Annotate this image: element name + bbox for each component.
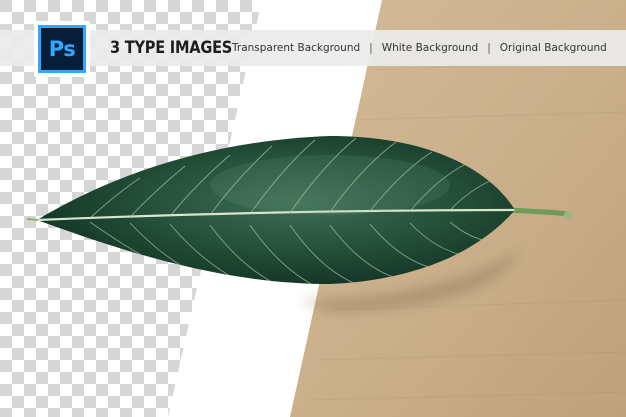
type-transparent: Transparent Background [232, 42, 361, 54]
product-preview: Ps 3 TYPE IMAGES Transparent Background … [0, 0, 626, 417]
photoshop-logo: Ps [34, 21, 90, 77]
type-original: Original Background [499, 42, 607, 54]
separator: | [487, 42, 491, 54]
ps-logo-icon: Ps [38, 25, 86, 73]
separator: | [369, 42, 373, 54]
headline: 3 TYPE IMAGES [110, 38, 233, 58]
background-types-list: Transparent Background | White Backgroun… [232, 36, 607, 60]
type-white: White Background [381, 42, 479, 54]
